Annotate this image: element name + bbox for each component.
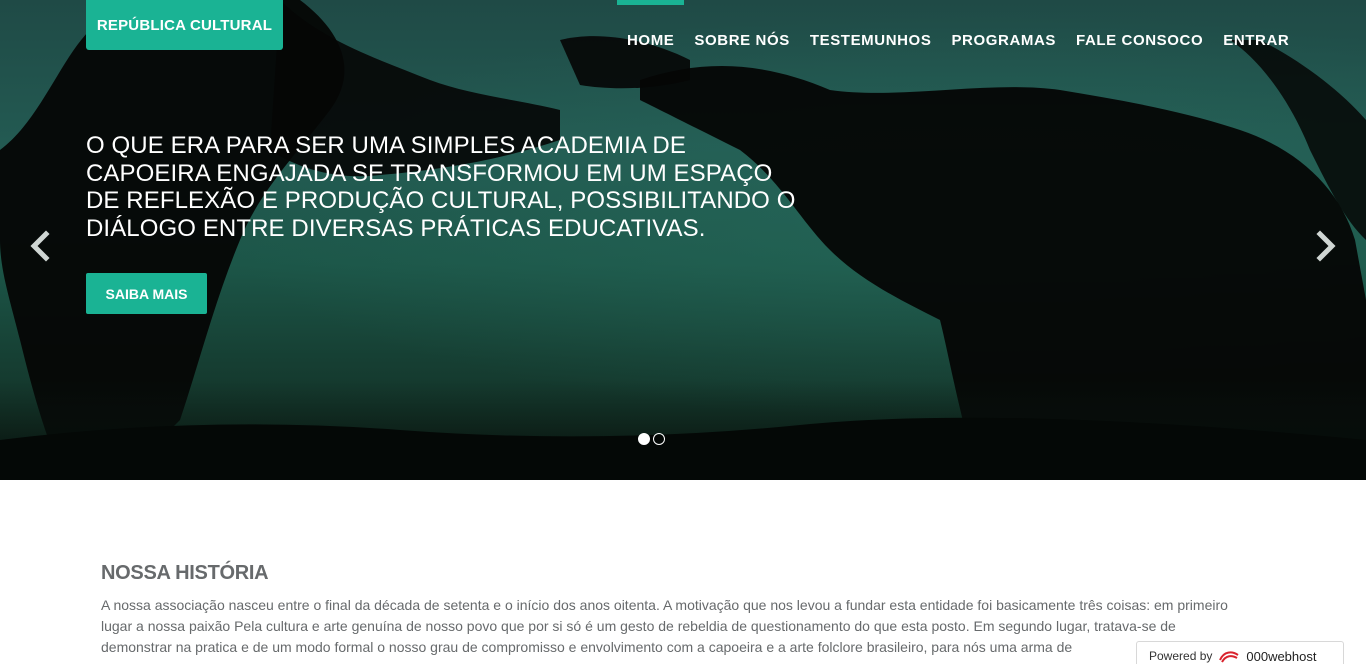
carousel-dot-1[interactable] (638, 433, 650, 445)
hero-headline: O que era para ser uma simples academia … (86, 132, 796, 242)
saiba-mais-button[interactable]: SAIBA MAIS (86, 273, 207, 314)
carousel-dot-2[interactable] (653, 433, 665, 445)
webhost-logo-icon (1219, 651, 1239, 663)
nav-item-programas[interactable]: PROGRAMAS (941, 0, 1066, 60)
hosting-badge[interactable]: Powered by 000webhost (1136, 641, 1344, 664)
chevron-left-icon (30, 230, 50, 262)
nav-item-sobre-nos[interactable]: SOBRE NÓS (684, 0, 799, 60)
main-nav: HOME SOBRE NÓS TESTEMUNHOS PROGRAMAS FAL… (617, 0, 1299, 60)
badge-prefix: Powered by (1149, 649, 1213, 663)
carousel-next-button[interactable] (1306, 226, 1346, 266)
carousel-prev-button[interactable] (22, 226, 62, 266)
badge-logo-text: 000webhost (1246, 648, 1317, 664)
brand-logo[interactable]: REPÚBLICA CULTURAL (86, 0, 283, 50)
carousel-indicators (638, 433, 665, 445)
nav-item-fale-consoco[interactable]: FALE CONSOCO (1066, 0, 1213, 60)
chevron-right-icon (1316, 230, 1336, 262)
nav-item-entrar[interactable]: ENTRAR (1213, 0, 1299, 60)
hero-carousel: O que era para ser uma simples academia … (0, 0, 1366, 480)
history-title: NOSSA HISTÓRIA (101, 562, 269, 584)
nav-item-testemunhos[interactable]: TESTEMUNHOS (800, 0, 942, 60)
nav-item-home[interactable]: HOME (617, 0, 685, 60)
history-text: A nossa associação nasceu entre o final … (101, 597, 1228, 655)
